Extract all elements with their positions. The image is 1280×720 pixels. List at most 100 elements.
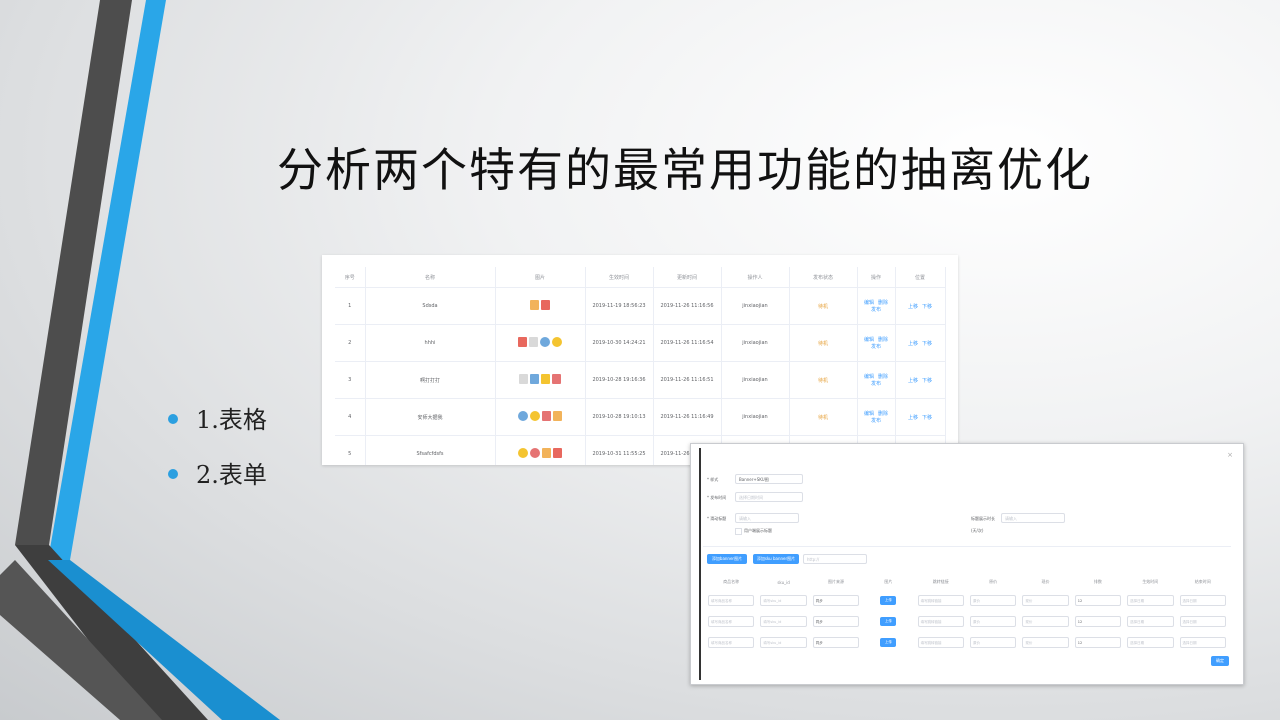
sku-input-end[interactable]: 选择日期: [1179, 595, 1226, 606]
sku-input-link[interactable]: 填写跳转链接: [917, 616, 964, 627]
form-dialog-screenshot: × * 样式 Banner+SKU图 * 发布时间 选择日期时间 * 滑动标题 …: [690, 443, 1244, 685]
sku-cell: 同步: [810, 590, 862, 611]
upload-button[interactable]: 上传: [880, 596, 897, 605]
add-sku-banner-button[interactable]: 添加sku banner图片: [753, 554, 799, 564]
sku-input-link[interactable]: 填写跳转链接: [917, 595, 964, 606]
sku-header-row: 商品名称 sku_id 图片来源 图片 跳转链接 原价 现价 排数 生效时间 结束时间: [705, 574, 1229, 590]
delete-link[interactable]: 删除: [878, 411, 888, 417]
sku-input-end[interactable]: 选择日期: [1179, 616, 1226, 627]
title-input[interactable]: 请输入: [735, 513, 799, 523]
sku-input-price2[interactable]: 现价: [1022, 595, 1069, 606]
show-title-checkbox[interactable]: [735, 528, 742, 535]
delete-link[interactable]: 删除: [878, 374, 888, 380]
edit-link[interactable]: 编辑: [864, 411, 874, 417]
move-down-link[interactable]: 下移: [922, 341, 932, 347]
sku-cell: 上传: [862, 632, 914, 653]
cell-index: 5: [335, 435, 366, 465]
product-thumbnail: [518, 448, 528, 458]
sku-input-sku[interactable]: 填写sku_id: [760, 637, 807, 648]
product-thumbnail: [518, 411, 528, 421]
edit-link[interactable]: 编辑: [864, 337, 874, 343]
add-banner-button[interactable]: 添加banner图片: [707, 554, 747, 564]
sku-cell: 现价: [1019, 611, 1071, 632]
sku-cell: 填写商品名称: [705, 632, 757, 653]
upload-button[interactable]: 上传: [880, 617, 897, 626]
sku-input-sku[interactable]: 填写sku_id: [760, 595, 807, 606]
style-select[interactable]: Banner+SKU图: [735, 474, 803, 484]
move-down-link[interactable]: 下移: [922, 378, 932, 384]
sku-column-header: sku_id: [777, 579, 790, 585]
move-down-link[interactable]: 下移: [922, 304, 932, 310]
url-input[interactable]: http://: [803, 554, 867, 564]
sku-input-rank[interactable]: 12: [1074, 595, 1122, 606]
delete-link[interactable]: 删除: [878, 300, 888, 306]
cell-updated: 2019-11-26 11:16:49: [653, 398, 722, 436]
product-thumbnail: [530, 448, 540, 458]
sku-input-rank[interactable]: 12: [1074, 616, 1122, 627]
duration-input[interactable]: 请输入: [1001, 513, 1065, 523]
publish-link[interactable]: 发布: [871, 381, 881, 387]
sku-input-source[interactable]: 同步: [812, 595, 860, 606]
cell-name: 安师大据我: [365, 398, 496, 436]
sku-row: 填写商品名称 填写sku_id 同步 上传 填写跳转链接 原价 现价 12 选择日期 选择日期: [705, 632, 1229, 653]
sku-cell: 填写跳转链接: [915, 590, 967, 611]
sku-table: 商品名称 sku_id 图片来源 图片 跳转链接 原价 现价 排数 生效时间 结束时间 填写商品名…: [705, 574, 1229, 653]
sku-cell: 上传: [862, 590, 914, 611]
cell-position: 上移下移: [895, 398, 946, 436]
product-thumbnail: [530, 300, 539, 310]
move-up-link[interactable]: 上移: [908, 341, 918, 347]
table-row: 3 啊打打打 2019-10-28 19:16:36 2019-11-26 11:16…: [335, 361, 946, 399]
sku-input-price2[interactable]: 现价: [1022, 616, 1069, 627]
product-thumbnail: [540, 337, 550, 347]
sku-input-start[interactable]: 选择日期: [1127, 616, 1174, 627]
sku-input-link[interactable]: 填写跳转链接: [917, 637, 964, 648]
move-down-link[interactable]: 下移: [922, 415, 932, 421]
bullet-dot-icon: [168, 469, 178, 479]
cell-index: 2: [335, 324, 366, 362]
sku-input-name[interactable]: 填写商品名称: [708, 595, 755, 606]
edit-link[interactable]: 编辑: [864, 374, 874, 380]
sku-input-name[interactable]: 填写商品名称: [708, 616, 755, 627]
sku-input-end[interactable]: 选择日期: [1179, 637, 1226, 648]
sku-cell: 12: [1072, 611, 1124, 632]
sku-cell: 填写跳转链接: [915, 632, 967, 653]
cell-status: 待机: [789, 287, 858, 325]
publish-link[interactable]: 发布: [871, 418, 881, 424]
sku-input-source[interactable]: 同步: [812, 616, 860, 627]
sku-column-header: 跳转链接: [932, 579, 949, 584]
product-thumbnail: [519, 374, 528, 384]
column-header: 更新时间: [653, 267, 722, 288]
cell-position: 上移下移: [895, 287, 946, 325]
sku-input-start[interactable]: 选择日期: [1127, 637, 1174, 648]
sku-input-name[interactable]: 填写商品名称: [708, 637, 755, 648]
cell-status: 待机: [789, 324, 858, 362]
sku-input-price2[interactable]: 现价: [1022, 637, 1069, 648]
sku-input-start[interactable]: 选择日期: [1127, 595, 1174, 606]
cell-status: 待机: [789, 361, 858, 399]
sku-cell: 原价: [967, 590, 1019, 611]
product-thumbnail: [542, 448, 551, 458]
publish-link[interactable]: 发布: [871, 307, 881, 313]
publish-link[interactable]: 发布: [871, 344, 881, 350]
delete-link[interactable]: 删除: [878, 337, 888, 343]
table-row: 4 安师大据我 2019-10-28 19:10:13 2019-11-26 11:1…: [335, 398, 946, 436]
submit-button[interactable]: 确定: [1211, 656, 1229, 666]
sku-row: 填写商品名称 填写sku_id 同步 上传 填写跳转链接 原价 现价 12 选择日期 选择日期: [705, 590, 1229, 611]
sku-input-sku[interactable]: 填写sku_id: [760, 616, 807, 627]
cell-name: 啊打打打: [365, 361, 496, 399]
sku-input-price[interactable]: 原价: [969, 616, 1017, 627]
sku-cell: 同步: [810, 632, 862, 653]
publish-time-input[interactable]: 选择日期时间: [735, 492, 803, 502]
sku-column-header: 商品名称: [723, 579, 740, 584]
edit-link[interactable]: 编辑: [864, 300, 874, 306]
sku-input-price[interactable]: 原价: [969, 595, 1017, 606]
move-up-link[interactable]: 上移: [908, 304, 918, 310]
sku-input-rank[interactable]: 12: [1074, 637, 1122, 648]
move-up-link[interactable]: 上移: [908, 415, 918, 421]
close-icon[interactable]: ×: [1227, 451, 1233, 459]
upload-button[interactable]: 上传: [880, 638, 897, 647]
data-table: 序号 名称 图片 生效时间 更新时间 操作人 发布状态 操作 位置 1 Sdsda 2019-11-…: [335, 267, 946, 465]
sku-input-source[interactable]: 同步: [812, 637, 860, 648]
sku-input-price[interactable]: 原价: [969, 637, 1017, 648]
move-up-link[interactable]: 上移: [908, 378, 918, 384]
